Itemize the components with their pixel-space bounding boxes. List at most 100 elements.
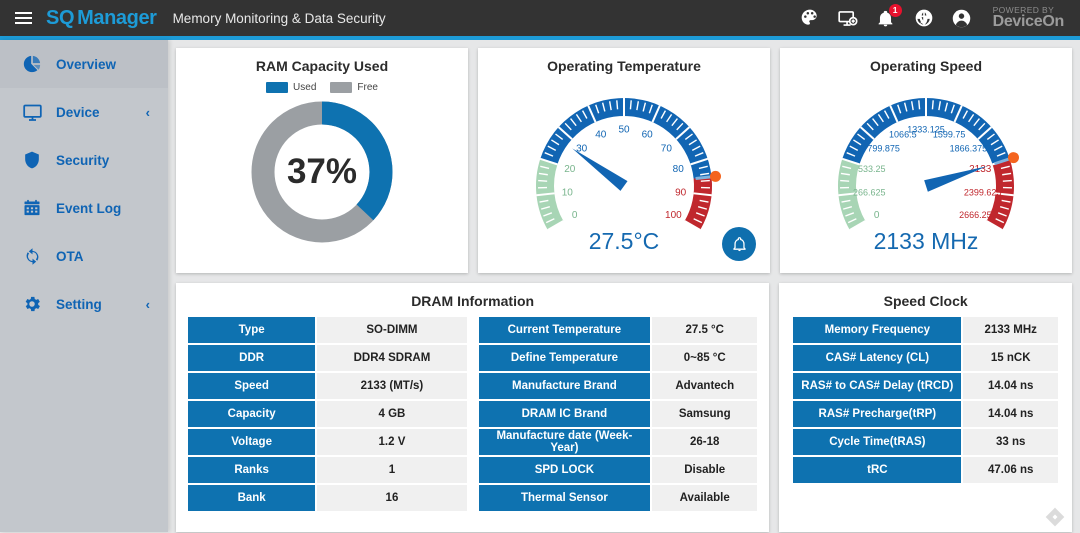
table-row-value: DDR4 SDRAM [317,345,466,371]
gauge-tick-label: 70 [660,143,672,154]
legend-label: Used [293,82,316,93]
sidebar-item-device[interactable]: Device ‹ [0,88,168,136]
gauge-tick-label: 20 [564,164,576,175]
table-row-value: Available [652,485,757,511]
table-row-value: 47.06 ns [963,457,1058,483]
app-brand: SQManager [46,7,157,30]
header-icon-group: 1 POWERED BY DeviceOn [799,6,1080,31]
table-row: Ranks1 [188,457,467,483]
table-row-label: Voltage [188,429,315,455]
gauge-minor-tick [700,181,709,182]
table-row-label: RAS# Precharge(tRP) [793,401,961,427]
table-row-label: Define Temperature [479,345,651,371]
dram-right-table: Current Temperature27.5 °CDefine Tempera… [477,315,760,513]
table-row-value: 15 nCK [963,345,1058,371]
gauge-minor-tick [538,181,547,182]
brand-part2: Manager [77,7,156,29]
table-row-value: Samsung [652,401,757,427]
table-row-value: 16 [317,485,466,511]
globe-icon[interactable] [913,7,935,29]
temperature-alarm-button[interactable] [722,227,756,261]
powered-by-name: DeviceOn [993,14,1064,30]
table-row: Thermal SensorAvailable [479,485,758,511]
gauge-threshold-marker [709,171,720,182]
sync-icon [20,244,44,268]
dashboard-row-top: RAM Capacity Used Used Free 37% [176,48,1072,273]
gauge-needle [572,148,627,190]
table-row: CAS# Latency (CL)15 nCK [793,345,1058,371]
table-row-label: DRAM IC Brand [479,401,651,427]
header-subtitle: Memory Monitoring & Data Security [173,11,386,26]
card-title: Speed Clock [779,283,1072,309]
legend-swatch-free [330,82,352,93]
table-row-label: SPD LOCK [479,457,651,483]
table-row-value: 0~85 °C [652,345,757,371]
sidebar-item-ota[interactable]: OTA [0,232,168,280]
sidebar-item-security[interactable]: Security [0,136,168,184]
chevron-left-icon[interactable]: ‹ [146,105,150,120]
table-row: Manufacture date (Week-Year)26-18 [479,429,758,455]
gauge-tick-label: 266.625 [853,187,886,197]
legend-item-free[interactable]: Free [330,82,378,93]
table-row: DDRDDR4 SDRAM [188,345,467,371]
table-row-label: Current Temperature [479,317,651,343]
bell-icon[interactable]: 1 [875,7,897,29]
gauge-tick-label: 40 [595,129,607,140]
gauge-tick-label: 90 [675,187,687,198]
card-title: DRAM Information [176,283,769,309]
gauge-tick-label: 799.875 [867,143,900,153]
table-row: DRAM IC BrandSamsung [479,401,758,427]
gauge-minor-tick [630,100,631,109]
legend-item-used[interactable]: Used [266,82,316,93]
sidebar-item-label: Security [56,153,168,168]
speed-clock-card: Speed Clock Memory Frequency2133 MHzCAS#… [779,283,1072,532]
sidebar: Overview Device ‹ Security [0,40,168,532]
dram-information-card: DRAM Information TypeSO-DIMMDDRDDR4 SDRA… [176,283,769,532]
legend-label: Free [357,82,378,93]
gauge-tick-label: 60 [641,129,653,140]
palette-icon[interactable] [799,7,821,29]
gauge-band [684,177,711,230]
table-row: TypeSO-DIMM [188,317,467,343]
dashboard-row-bottom: DRAM Information TypeSO-DIMMDDRDDR4 SDRA… [176,283,1072,532]
dram-right-table-wrap: Current Temperature27.5 °CDefine Tempera… [477,315,760,513]
sidebar-item-label: Event Log [56,201,168,216]
table-row-value: 2133 (MT/s) [317,373,466,399]
sidebar-item-label: Device [56,105,146,120]
table-row-value: 4 GB [317,401,466,427]
gauge-tick-label: 2133 [969,164,992,175]
sidebar-item-overview[interactable]: Overview [0,40,168,88]
sidebar-item-event-log[interactable]: Event Log [0,184,168,232]
gear-icon [20,292,44,316]
dram-left-table-wrap: TypeSO-DIMMDDRDDR4 SDRAMSpeed2133 (MT/s)… [186,315,469,513]
table-row-value: Advantech [652,373,757,399]
table-row-value: Disable [652,457,757,483]
sidebar-item-label: Setting [56,297,146,312]
sidebar-item-setting[interactable]: Setting ‹ [0,280,168,328]
table-row-label: Cycle Time(tRAS) [793,429,961,455]
hamburger-bar [15,22,32,24]
table-row-label: Thermal Sensor [479,485,651,511]
monitor-add-icon[interactable] [837,7,859,29]
powered-by-logo: POWERED BY DeviceOn [993,6,1064,31]
gauge-tick-label: 10 [561,187,573,198]
dram-left-table: TypeSO-DIMMDDRDDR4 SDRAMSpeed2133 (MT/s)… [186,315,469,513]
hamburger-icon[interactable] [0,0,46,36]
table-row: tRC47.06 ns [793,457,1058,483]
gauge-tick-label: 0 [873,210,879,221]
speed-clock-table-wrap: Memory Frequency2133 MHzCAS# Latency (CL… [779,309,1072,485]
account-icon[interactable] [951,7,973,29]
legend-swatch-used [266,82,288,93]
chevron-left-icon[interactable]: ‹ [146,297,150,312]
speed-gauge: 0266.625533.25799.8751066.51333.1251599.… [780,76,1072,261]
app-header: SQManager Memory Monitoring & Data Secur… [0,0,1080,36]
table-row: RAS# to CAS# Delay (tRCD)14.04 ns [793,373,1058,399]
operating-speed-card: Operating Speed 0266.625533.25799.875106… [780,48,1072,273]
gauge-tick-label: 50 [618,125,630,136]
operating-temperature-card: Operating Temperature 010203040506070809… [478,48,770,273]
gauge-minor-tick [616,100,617,109]
gauge-minor-tick [840,181,849,182]
feedly-diamond-icon[interactable] [1044,506,1066,528]
gauge-tick-label: 2666.25 [959,210,992,220]
table-row-label: Type [188,317,315,343]
